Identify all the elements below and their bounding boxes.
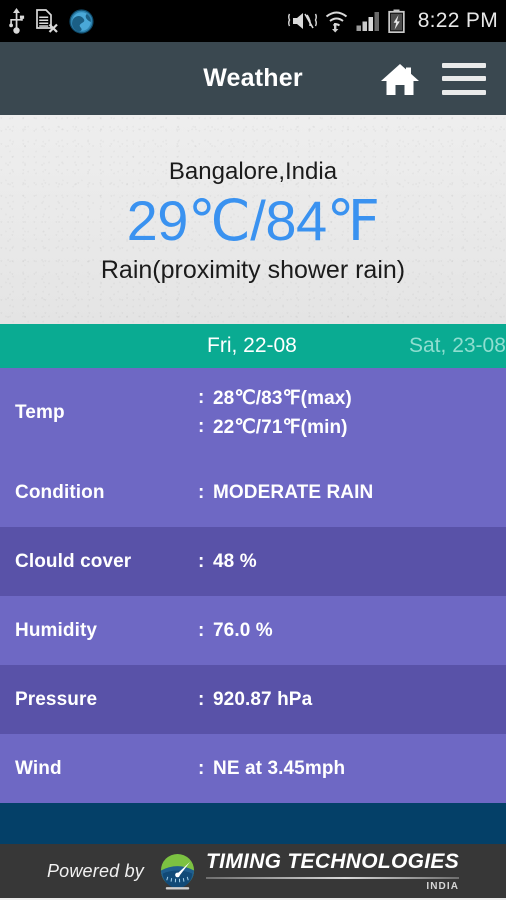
row-label-humidity: Humidity [15,619,98,641]
browser-globe-icon [69,8,94,34]
menu-line-3 [442,89,486,95]
row-separator: : [198,688,205,710]
row-separator: : [198,387,205,408]
brand-name: TIMING TECHNOLOGIES [206,849,460,873]
wifi-icon [325,11,347,33]
tab-sat-23-08[interactable]: Sat, 23-08 [409,324,506,368]
app-bar: Weather [0,42,506,115]
row-value-humidity: : 76.0 % [198,620,273,642]
brand-text-block: TIMING TECHNOLOGIES INDIA [206,849,460,892]
row-values-wind: : NE at 3.45mph [198,758,345,780]
row-separator: : [198,619,205,641]
status-bar-right-icons: 8:22 PM [287,9,498,33]
app-bar-actions [380,62,506,96]
row-value-condition: : MODERATE RAIN [198,482,373,504]
menu-button[interactable] [442,62,486,95]
brand-subtitle: INDIA [426,880,460,892]
row-value-wind: : NE at 3.45mph [198,758,345,780]
powered-by-label: Powered by [46,860,144,881]
row-separator: : [198,550,205,572]
home-button[interactable] [380,62,420,96]
status-bar-left-icons [8,8,94,34]
current-conditions-panel: Bangalore,India 29℃/84℉ Rain(proximity s… [0,115,506,324]
table-row-pressure: Pressure : 920.87 hPa [0,665,506,734]
row-value-text: 22℃/71℉(min) [213,417,348,438]
row-values-temp: : 28℃/83℉(max) : 22℃/71℉(min) [198,387,352,439]
row-value-temp-max: : 28℃/83℉(max) [198,387,352,410]
row-label-pressure: Pressure [15,688,98,710]
table-row-condition: Condition : MODERATE RAIN [0,458,506,527]
current-temperature: 29℃/84℉ [126,188,380,252]
forecast-detail-list: Temp : 28℃/83℉(max) : 22℃/71℉(min) Condi… [0,368,506,803]
row-label-condition: Condition [15,481,105,503]
row-value-temp-min: : 22℃/71℉(min) [198,416,352,439]
usb-icon [9,8,25,34]
current-location: Bangalore,India [168,157,338,185]
row-value-text: 48 % [213,550,257,572]
status-bar-clock: 8:22 PM [417,9,498,32]
row-separator: : [198,757,205,779]
row-value-cloud-cover: : 48 % [198,551,257,573]
row-value-text: 920.87 hPa [213,688,313,710]
table-row-wind: Wind : NE at 3.45mph [0,734,506,803]
row-values-condition: : MODERATE RAIN [198,482,373,504]
menu-line-2 [442,76,486,81]
table-row-temp: Temp : 28℃/83℉(max) : 22℃/71℉(min) [0,368,506,458]
row-label-temp: Temp [15,402,65,423]
row-separator: : [198,416,205,437]
brand-divider [206,876,460,879]
android-status-bar: 8:22 PM [0,0,506,42]
row-label-wind: Wind [15,757,62,779]
brand-lockup: TIMING TECHNOLOGIES INDIA [158,849,460,892]
row-value-text: NE at 3.45mph [213,757,346,779]
row-value-text: 76.0 % [213,619,273,641]
row-value-text: 28℃/83℉(max) [213,388,352,409]
menu-line-1 [442,62,486,68]
battery-charging-icon [387,9,405,33]
mute-vibrate-icon [287,13,317,29]
home-icon [381,63,419,95]
weather-app-screen: 8:22 PM Weather Bangalore,India 29℃/84℉ … [0,0,506,900]
row-values-cloud-cover: : 48 % [198,551,257,573]
row-values-humidity: : 76.0 % [198,620,273,642]
row-values-pressure: : 920.87 hPa [198,689,312,711]
footer-branding-bar: Powered by TIMING TECHNOLOGIES INDIA [0,844,506,898]
row-value-text: MODERATE RAIN [213,481,374,503]
row-separator: : [198,481,205,503]
cellular-signal-icon [356,12,379,31]
row-value-pressure: : 920.87 hPa [198,689,312,711]
sim-card-missing-icon [36,9,58,33]
footer-accent-strip [0,803,506,844]
forecast-day-tabs: Fri, 22-08 Sat, 23-08 [0,324,506,368]
table-row-humidity: Humidity : 76.0 % [0,596,506,665]
timing-technologies-gauge-logo [160,853,195,889]
row-label-cloud-cover: Clould cover [15,550,132,572]
current-weather-description: Rain(proximity shower rain) [100,256,406,285]
tab-fri-22-08[interactable]: Fri, 22-08 [207,324,297,368]
table-row-cloud-cover: Clould cover : 48 % [0,527,506,596]
